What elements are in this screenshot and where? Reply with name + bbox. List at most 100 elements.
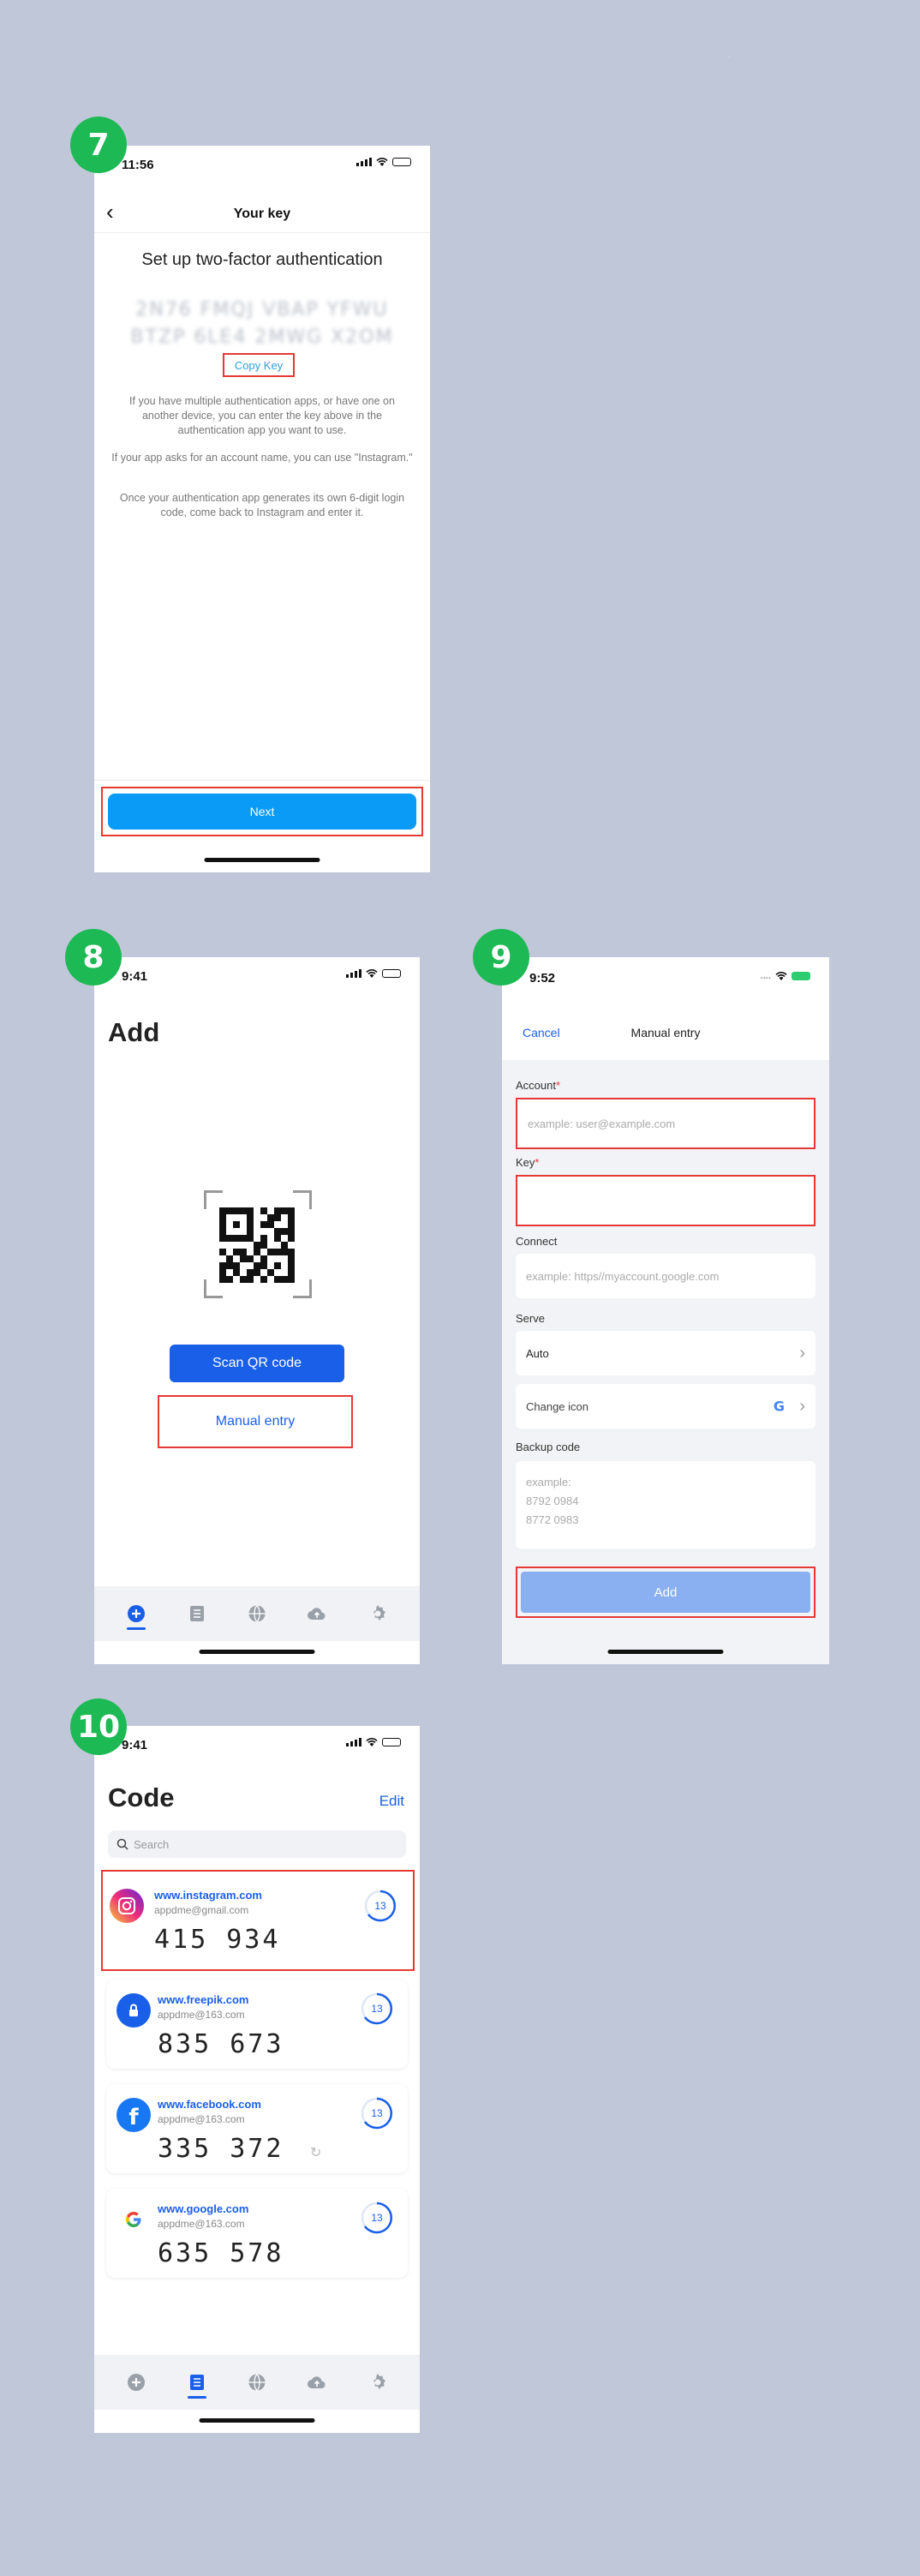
wifi-icon (775, 972, 787, 980)
screen-your-key: 11:56 ‹ Your key Set up two-factor authe… (94, 146, 430, 872)
sparkle-icon: · (728, 53, 731, 61)
page-title: Add (108, 1017, 160, 1047)
search-input[interactable]: Search (108, 1830, 406, 1858)
timer-seconds: 13 (374, 1900, 386, 1912)
timer-seconds: 13 (371, 2212, 383, 2224)
countdown-timer: 13 (363, 1889, 397, 1923)
globe-icon (248, 1605, 266, 1622)
instructions-account-name: If your app asks for an account name, yo… (111, 452, 413, 464)
refresh-icon[interactable]: ↻ (310, 2144, 321, 2161)
backup-code-field[interactable]: example: 8792 0984 8772 0983 (516, 1461, 815, 1549)
manual-entry-button[interactable]: Manual entry (158, 1395, 353, 1448)
wifi-icon (366, 1738, 378, 1746)
step-badge-8: 8 (65, 929, 122, 985)
serve-label: Serve (516, 1312, 545, 1325)
tab-settings[interactable] (365, 2369, 391, 2395)
card-code: 835 673 (158, 2029, 284, 2059)
battery-icon (382, 969, 401, 978)
home-indicator (199, 2418, 315, 2423)
key-label: Key* (516, 1156, 540, 1169)
search-icon (116, 1838, 128, 1850)
screen-manual-entry: 9:52 .... Cancel Manual entry Account* e… (502, 957, 829, 1664)
code-card-instagram[interactable]: www.instagram.com appdme@gmail.com 415 9… (101, 1870, 415, 1971)
status-time: 9:41 (122, 969, 148, 984)
home-indicator (199, 1650, 315, 1654)
card-code: 415 934 (154, 1925, 281, 1955)
account-label: Account* (516, 1079, 561, 1092)
status-time: 9:41 (122, 1738, 148, 1752)
home-indicator (607, 1650, 724, 1654)
timer-seconds: 13 (371, 2003, 383, 2015)
instagram-icon (110, 1889, 144, 1923)
serve-select[interactable]: Auto › (516, 1331, 815, 1375)
timer-seconds: 13 (371, 2107, 383, 2119)
page-title: Manual entry (630, 1026, 701, 1039)
code-card-google[interactable]: www.google.com appdme@163.com 635 578 13 (106, 2189, 408, 2278)
signal-icon (346, 1738, 361, 1746)
account-placeholder: example: user@example.com (528, 1117, 676, 1130)
countdown-timer: 13 (360, 1992, 394, 2026)
card-account: appdme@163.com (158, 2113, 245, 2125)
tab-browser[interactable] (244, 2369, 270, 2395)
change-icon-label: Change icon (526, 1399, 588, 1413)
step-badge-7: 7 (70, 117, 127, 173)
tab-add[interactable] (123, 1601, 149, 1630)
serve-value: Auto (526, 1346, 549, 1360)
account-field[interactable]: example: user@example.com (516, 1098, 815, 1149)
add-icon (128, 1605, 146, 1622)
status-bar: 11:56 (94, 146, 430, 180)
key-field[interactable] (516, 1175, 815, 1226)
scan-qr-button[interactable]: Scan QR code (170, 1345, 344, 1382)
key-line-1: 2N76 FMQJ VBAP YFWU (135, 299, 389, 321)
next-button[interactable]: Next (108, 794, 416, 830)
code-card-freepik[interactable]: www.freepik.com appdme@163.com 835 673 1… (106, 1980, 408, 2069)
setup-heading: Set up two-factor authentication (141, 250, 383, 269)
backup-placeholder-line: example: (526, 1476, 571, 1489)
tab-browser[interactable] (244, 1601, 270, 1626)
status-bar: 9:52 .... (502, 957, 829, 1003)
globe-icon (248, 2374, 266, 2391)
connect-field[interactable]: example: https//myaccount.google.com (516, 1254, 815, 1298)
edit-button[interactable]: Edit (379, 1793, 404, 1810)
wifi-icon (366, 969, 378, 978)
frame-corner (293, 1279, 312, 1298)
tab-codes[interactable] (184, 2369, 210, 2399)
list-icon (189, 1606, 204, 1621)
cloud-upload-icon (308, 1608, 326, 1620)
code-card-facebook[interactable]: f www.facebook.com appdme@163.com 335 37… (106, 2084, 408, 2173)
frame-corner (204, 1190, 223, 1209)
instructions-login-code: Once your authentication app generates i… (119, 492, 405, 518)
add-button[interactable]: Add (521, 1572, 810, 1613)
frame-corner (293, 1190, 312, 1209)
page-title: Your key (233, 207, 291, 222)
qr-code-icon (219, 1207, 295, 1283)
tab-backup[interactable] (304, 2369, 330, 2395)
tab-add[interactable] (123, 2369, 149, 2395)
page-title: Code (108, 1782, 175, 1812)
lock-icon (116, 1993, 151, 2028)
copy-key-button[interactable]: Copy Key (223, 353, 295, 377)
key-line-2: BTZP 6LE4 2MWG X2OM (130, 326, 394, 348)
card-site: www.facebook.com (158, 2098, 261, 2111)
card-site: www.freepik.com (158, 1993, 249, 2006)
chevron-right-icon: › (799, 1343, 805, 1363)
tab-codes[interactable] (184, 1601, 210, 1626)
countdown-timer: 13 (360, 2201, 394, 2235)
add-highlight: Add (516, 1567, 815, 1618)
instructions-multiple-apps: If you have multiple authentication apps… (129, 395, 395, 436)
gear-icon (373, 1605, 385, 1620)
card-code: 635 578 (158, 2238, 284, 2268)
change-icon-row[interactable]: Change icon G › (516, 1384, 815, 1429)
card-account: appdme@163.com (158, 2009, 245, 2021)
tab-backup[interactable] (304, 1601, 330, 1626)
card-account: appdme@163.com (158, 2218, 245, 2230)
cloud-upload-icon (308, 2376, 326, 2388)
backup-label: Backup code (516, 1441, 581, 1453)
tab-bar (94, 2355, 420, 2410)
screen-add: 9:41 Add Scan QR code Manual entry (94, 957, 420, 1664)
list-icon (189, 2375, 204, 2390)
battery-icon (382, 1738, 401, 1746)
tab-settings[interactable] (365, 1601, 391, 1626)
connect-placeholder: example: https//myaccount.google.com (526, 1269, 720, 1283)
status-time: 11:56 (122, 158, 154, 172)
